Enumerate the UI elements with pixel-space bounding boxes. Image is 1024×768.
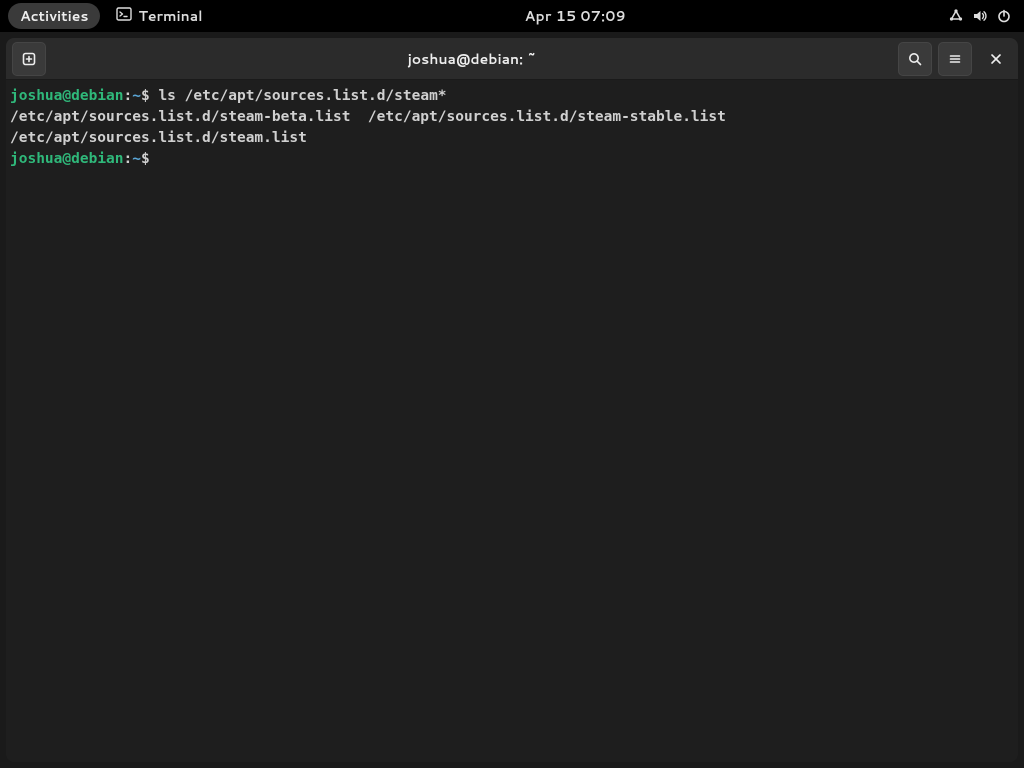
- gnome-top-panel: Activities Terminal Apr 15 07:09: [0, 0, 1024, 32]
- terminal-viewport[interactable]: joshua@debian:~$ ls /etc/apt/sources.lis…: [6, 80, 1018, 762]
- network-icon[interactable]: [948, 8, 964, 24]
- search-button[interactable]: [898, 42, 932, 76]
- activities-button[interactable]: Activities: [8, 3, 100, 29]
- panel-clock[interactable]: Apr 15 07:09: [525, 6, 626, 26]
- active-app-indicator[interactable]: Terminal: [116, 6, 202, 27]
- window-title: joshua@debian: ~: [46, 49, 898, 69]
- terminal-output-line: /etc/apt/sources.list.d/steam-beta.list …: [10, 107, 1014, 128]
- terminal-window: joshua@debian: ~: [6, 38, 1018, 762]
- terminal-line: joshua@debian:~$ ls /etc/apt/sources.lis…: [10, 86, 1014, 107]
- terminal-line: joshua@debian:~$: [10, 149, 1014, 170]
- terminal-output-line: /etc/apt/sources.list.d/steam.list: [10, 128, 1014, 149]
- command-text: ls /etc/apt/sources.list.d/steam*: [150, 88, 447, 104]
- active-app-name: Terminal: [138, 6, 202, 26]
- hamburger-menu-button[interactable]: [938, 42, 972, 76]
- new-tab-button[interactable]: [12, 42, 46, 76]
- terminal-app-icon: [116, 6, 132, 27]
- volume-icon[interactable]: [972, 8, 988, 24]
- close-button[interactable]: [984, 47, 1008, 71]
- titlebar: joshua@debian: ~: [6, 38, 1018, 80]
- power-icon[interactable]: [996, 8, 1012, 24]
- system-tray[interactable]: [948, 8, 1016, 24]
